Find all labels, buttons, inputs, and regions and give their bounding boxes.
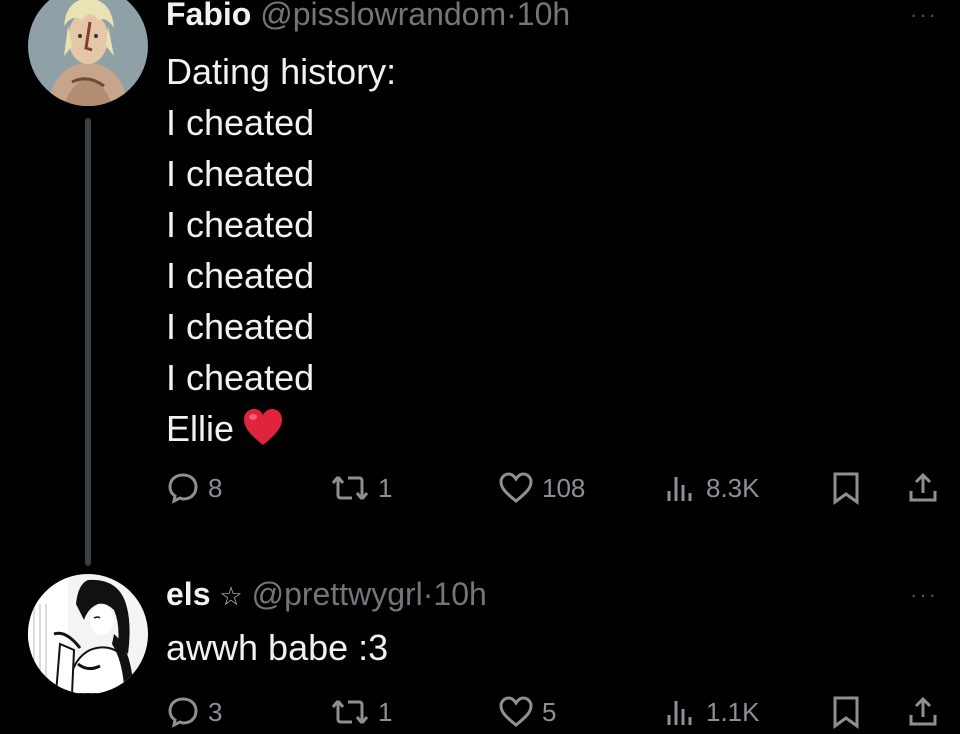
tweet-els[interactable]: els ☆ @prettwygrl·10h ··· awwh babe :3 3…: [0, 560, 960, 734]
separator-dot: ·: [506, 0, 517, 32]
repost-button[interactable]: 1: [330, 692, 392, 732]
views-button[interactable]: 1.1K: [664, 692, 760, 732]
action-bar: 3 1 5 1.1K: [166, 692, 956, 732]
like-heart-icon: [499, 472, 533, 503]
bookmark-button[interactable]: [830, 468, 862, 508]
text-line: I cheated: [166, 255, 315, 296]
share-button[interactable]: [906, 692, 940, 732]
like-count: 5: [542, 696, 557, 727]
repost-button[interactable]: 1: [330, 468, 392, 508]
thread-connector-line: [85, 118, 91, 566]
author-name[interactable]: els: [166, 576, 210, 612]
star-badge: ☆: [219, 581, 243, 611]
text-line-with-emoji: Ellie: [166, 403, 396, 454]
text-line: awwh babe :3: [166, 627, 389, 668]
manga-girl-avatar-icon: [28, 574, 148, 694]
bookmark-button[interactable]: [830, 692, 862, 732]
separator-dot: ·: [422, 576, 434, 612]
more-options-icon[interactable]: ···: [910, 582, 938, 608]
text-line: I cheated: [166, 153, 315, 194]
more-options-icon[interactable]: ···: [910, 2, 938, 28]
reply-count: 8: [208, 472, 223, 503]
avatar[interactable]: [28, 574, 148, 694]
author-name[interactable]: Fabio: [166, 0, 251, 32]
views-button[interactable]: 8.3K: [664, 468, 760, 508]
share-button[interactable]: [906, 468, 940, 508]
author-handle[interactable]: @pisslowrandom: [260, 0, 506, 32]
tweet-text: Dating history: I cheated I cheated I ch…: [166, 46, 396, 454]
reply-icon: [168, 473, 198, 504]
like-button[interactable]: 5: [498, 692, 556, 732]
timestamp[interactable]: 10h: [433, 576, 486, 612]
bookmark-icon: [833, 696, 859, 729]
like-button[interactable]: 108: [498, 468, 585, 508]
tweet-header: Fabio @pisslowrandom·10h: [166, 0, 570, 32]
share-icon: [909, 696, 937, 726]
reply-count: 3: [208, 696, 223, 727]
action-bar: 8 1 108 8.3K: [166, 468, 956, 508]
text-line: Ellie: [166, 408, 235, 449]
bookmark-icon: [833, 472, 859, 505]
text-line: Dating history:: [166, 51, 397, 92]
text-line: I cheated: [166, 204, 315, 245]
views-bar-chart-icon: [667, 701, 692, 725]
reply-button[interactable]: 8: [166, 468, 222, 508]
views-count: 1.1K: [706, 696, 760, 727]
views-count: 8.3K: [706, 472, 760, 503]
like-count: 108: [542, 472, 586, 503]
tweet-fabio[interactable]: Fabio @pisslowrandom·10h ··· Dating hist…: [0, 0, 960, 566]
views-bar-chart-icon: [667, 477, 692, 501]
reply-icon: [168, 697, 198, 728]
text-line: I cheated: [166, 306, 315, 347]
timestamp[interactable]: 10h: [517, 0, 570, 32]
repost-icon: [331, 476, 369, 500]
repost-count: 1: [378, 472, 393, 503]
repost-icon: [331, 700, 369, 724]
tweet-header: els ☆ @prettwygrl·10h: [166, 576, 487, 614]
author-handle[interactable]: @prettwygrl: [252, 576, 423, 612]
like-heart-icon: [499, 696, 533, 727]
reply-button[interactable]: 3: [166, 692, 222, 732]
anime-character-avatar-icon: [28, 0, 148, 106]
repost-count: 1: [378, 696, 393, 727]
avatar[interactable]: [28, 0, 148, 106]
text-line: I cheated: [166, 357, 315, 398]
share-icon: [909, 472, 937, 502]
tweet-text: awwh babe :3: [166, 622, 388, 673]
heart-emoji-icon: [242, 407, 284, 447]
text-line: I cheated: [166, 102, 315, 143]
